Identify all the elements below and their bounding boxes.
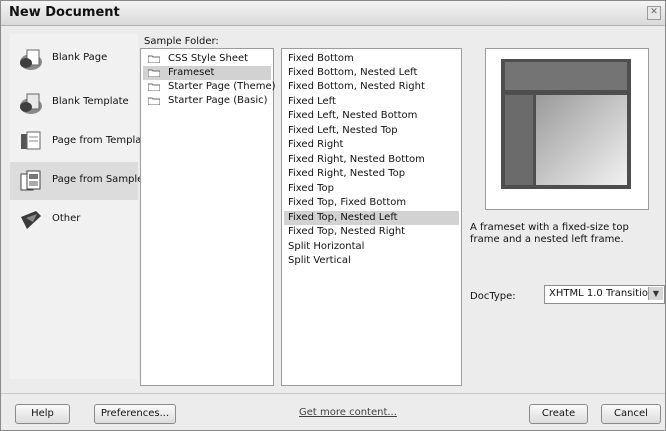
preview-main-frame [536, 95, 627, 185]
folder-item[interactable]: Frameset [143, 66, 271, 80]
sample-folder-list[interactable]: CSS Style Sheet Frameset Starter Page (T… [140, 48, 276, 386]
help-button[interactable]: Help [15, 404, 70, 424]
sample-page-item[interactable]: Fixed Top, Fixed Bottom [284, 196, 459, 210]
preview-left-frame [505, 95, 533, 185]
folder-label: Starter Page (Basic) [168, 95, 268, 106]
sample-page-item[interactable]: Fixed Right, Nested Bottom [284, 153, 459, 167]
category-label: Other [52, 213, 81, 224]
category-list: Blank Page Blank Template Page from Temp… [10, 34, 151, 379]
preview-top-frame [505, 62, 627, 90]
page-from-sample-icon [20, 170, 41, 191]
folder-icon [148, 69, 160, 77]
new-document-dialog: New Document ✕ Blank Page Blank Template [0, 0, 666, 431]
folder-icon [148, 83, 160, 91]
sample-page-item[interactable]: Fixed Right [284, 138, 459, 152]
sample-page-item[interactable]: Fixed Left, Nested Top [284, 124, 459, 138]
category-page-from-template[interactable]: Page from Template [10, 123, 151, 161]
folder-item[interactable]: Starter Page (Theme) [143, 80, 276, 94]
sample-page-item[interactable]: Fixed Right, Nested Top [284, 167, 459, 181]
chevron-down-icon[interactable]: ▼ [648, 287, 663, 300]
folder-label: CSS Style Sheet [168, 53, 249, 64]
frameset-preview [485, 48, 649, 210]
category-label: Blank Page [52, 52, 108, 63]
doctype-select[interactable]: XHTML 1.0 Transitional ▼ [544, 285, 665, 304]
category-other[interactable]: Other [10, 201, 138, 239]
close-icon[interactable]: ✕ [647, 6, 661, 20]
sample-page-item[interactable]: Fixed Top, Nested Right [284, 225, 459, 239]
sample-page-list[interactable]: Fixed Bottom Fixed Bottom, Nested Left F… [281, 48, 462, 386]
category-label: Page from Template [52, 135, 152, 146]
sample-page-item[interactable]: Fixed Bottom, Nested Left [284, 66, 459, 80]
sample-page-item[interactable]: Fixed Bottom, Nested Right [284, 80, 459, 94]
footer-divider [1, 393, 665, 394]
blank-template-icon [20, 93, 42, 114]
folder-icon [148, 55, 160, 63]
sample-page-item[interactable]: Fixed Left [284, 95, 459, 109]
folder-label: Starter Page (Theme) [168, 81, 276, 92]
cancel-button[interactable]: Cancel [601, 404, 661, 424]
folder-label: Frameset [168, 67, 215, 78]
sample-page-item[interactable]: Split Horizontal [284, 240, 459, 254]
sample-page-item[interactable]: Fixed Left, Nested Bottom [284, 109, 459, 123]
sample-page-item[interactable]: Fixed Bottom [284, 52, 459, 66]
category-blank-template[interactable]: Blank Template [10, 84, 138, 122]
other-icon [21, 211, 41, 229]
title-bar: New Document ✕ [1, 1, 665, 26]
get-more-content-link[interactable]: Get more content... [299, 407, 397, 418]
sample-folder-label: Sample Folder: [144, 36, 219, 47]
sample-page-item[interactable]: Fixed Top [284, 182, 459, 196]
category-label: Blank Template [52, 96, 129, 107]
doctype-value: XHTML 1.0 Transitional [549, 288, 664, 299]
blank-page-icon [20, 49, 42, 70]
category-label: Page from Sample [52, 174, 144, 185]
preview-frame [501, 59, 631, 189]
dialog-title: New Document [9, 5, 120, 20]
folder-icon [148, 97, 160, 105]
category-page-from-sample[interactable]: Page from Sample [10, 162, 143, 200]
page-from-template-icon [21, 131, 41, 150]
folder-item[interactable]: CSS Style Sheet [143, 52, 271, 66]
create-button[interactable]: Create [529, 404, 588, 424]
preferences-button[interactable]: Preferences... [94, 404, 176, 424]
doctype-label: DocType: [470, 291, 516, 302]
sample-page-item-selected[interactable]: Fixed Top, Nested Left [284, 211, 459, 225]
sample-page-item[interactable]: Split Vertical [284, 254, 459, 268]
folder-item[interactable]: Starter Page (Basic) [143, 94, 271, 108]
category-blank-page[interactable]: Blank Page [10, 40, 138, 78]
preview-description: A frameset with a fixed-size top frame a… [470, 222, 629, 245]
